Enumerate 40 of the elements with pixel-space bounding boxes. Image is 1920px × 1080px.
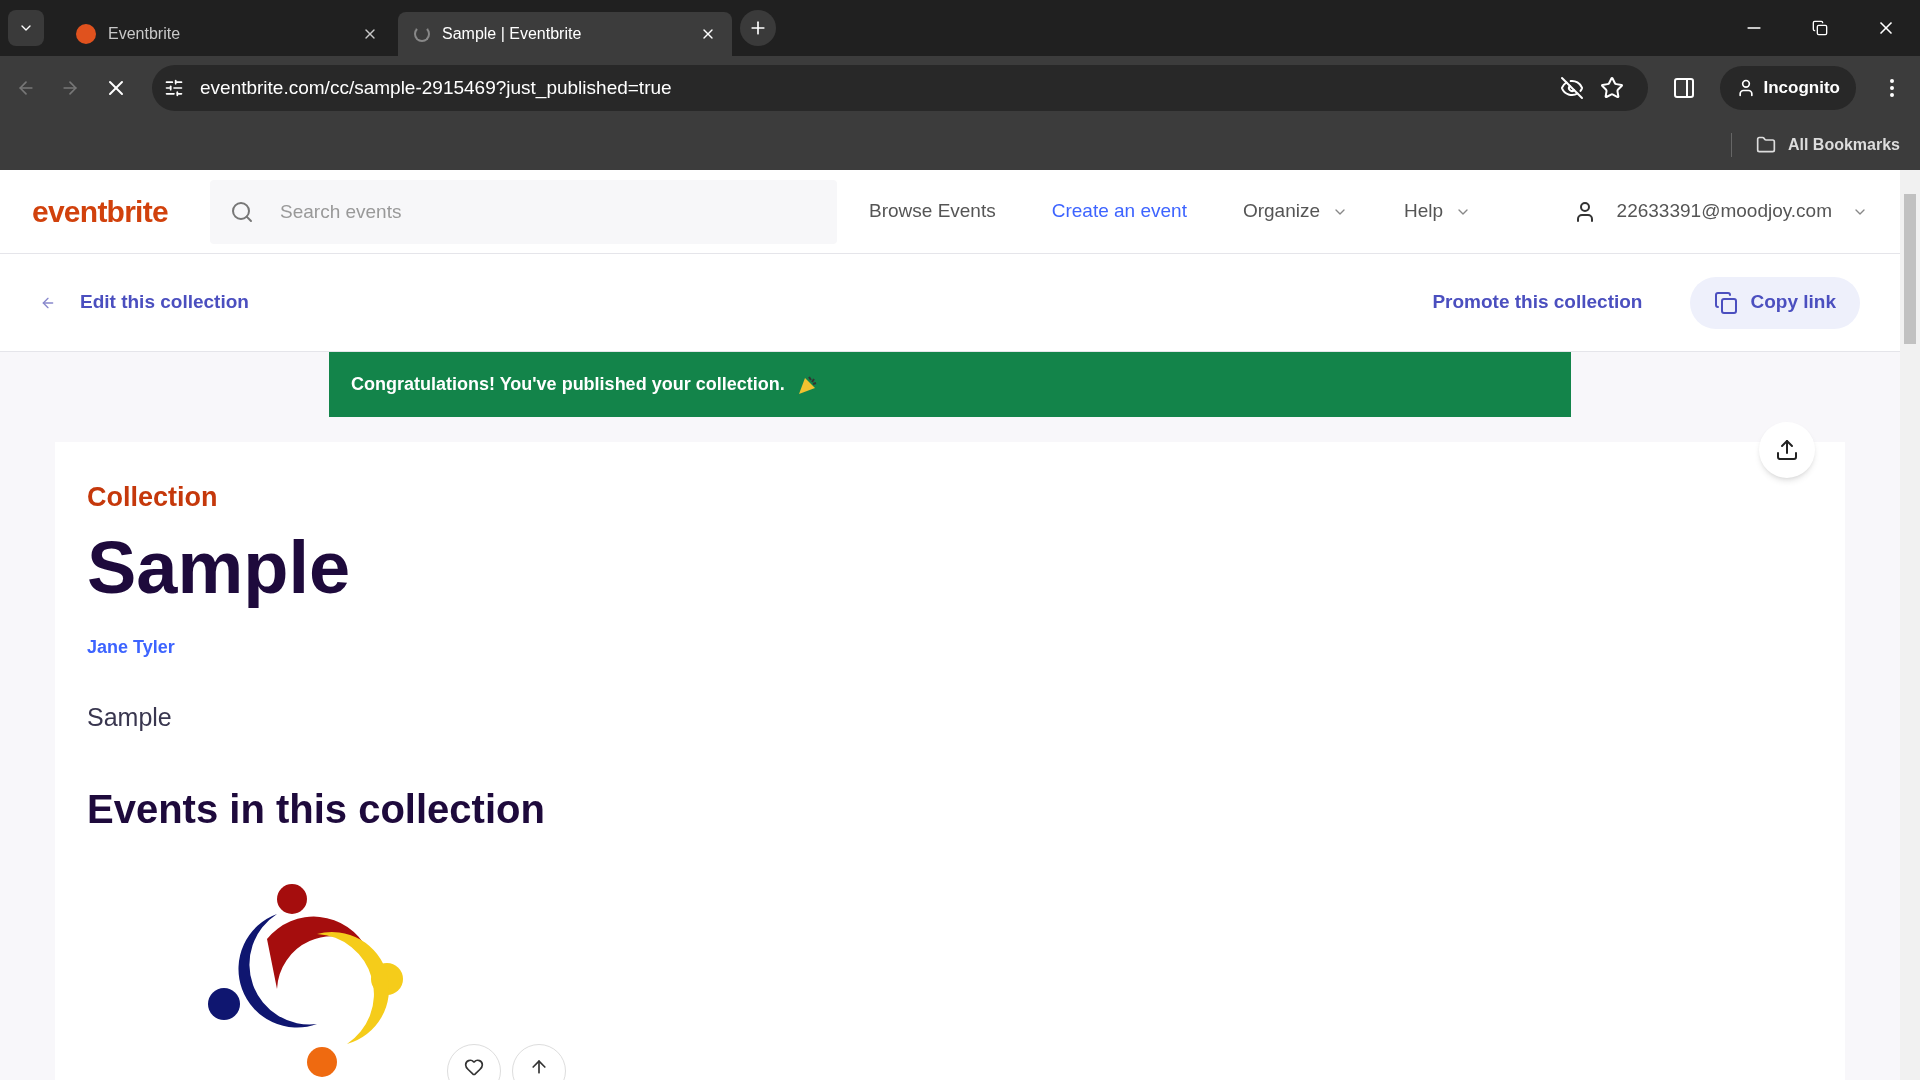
url-text: eventbrite.com/cc/sample-2915469?just_published=true [200, 75, 673, 101]
share-icon [1775, 438, 1799, 462]
tab-title: Eventbrite [108, 24, 182, 44]
nav-link[interactable]: Create an event [1051, 197, 1187, 226]
collection-label: Collection [87, 481, 219, 514]
section-heading: Events in this collection [87, 785, 546, 833]
bookmarks-link[interactable]: All Bookmarks [1787, 133, 1900, 157]
restore-icon[interactable] [1812, 20, 1828, 36]
address-bar[interactable]: eventbrite.com/cc/sample-2915469?just_published=true [152, 65, 1648, 111]
account-menu[interactable]: 22633391@moodjoy.com [1572, 197, 1868, 226]
incognito-button[interactable]: Incognito [1719, 66, 1856, 110]
nav-link[interactable]: Browse Events [869, 197, 996, 226]
edit-collection-link[interactable]: Edit this collection [80, 288, 249, 317]
browser-tab[interactable]: Eventbrite [60, 12, 394, 56]
search-field[interactable]: Search events [210, 179, 837, 244]
promote-link[interactable]: Promote this collection [1432, 288, 1643, 317]
bookmark-icon[interactable] [1599, 76, 1624, 100]
nav-menu[interactable]: Organize [1242, 197, 1349, 226]
collection-title: Sample [87, 524, 352, 611]
loading-icon [414, 26, 430, 42]
nav-menu[interactable]: Help [1404, 197, 1472, 226]
share-button[interactable] [1759, 422, 1815, 478]
copy-link-button[interactable]: Copy link [1690, 276, 1860, 329]
eye-off-icon[interactable] [1559, 76, 1584, 100]
tab-list-button[interactable] [8, 10, 44, 46]
heart-icon [464, 1056, 484, 1077]
tab-title: Sample | Eventbrite [442, 24, 583, 44]
site-info-icon[interactable] [164, 78, 184, 98]
folder-icon [1755, 135, 1776, 155]
new-tab-button[interactable] [740, 10, 776, 46]
search-icon [230, 199, 254, 224]
logo[interactable]: eventbrite [32, 189, 210, 234]
browser-tab[interactable]: Sample | Eventbrite [398, 12, 732, 56]
banner-text: Congratulations! You've published your collection. [351, 373, 785, 396]
side-panel-icon[interactable] [1671, 76, 1696, 100]
copy-icon [1714, 290, 1739, 315]
site-icon [76, 24, 96, 44]
author-link[interactable]: Jane Tyler [87, 634, 1813, 661]
scrollbar[interactable] [1900, 170, 1920, 1080]
collection-description: Sample [87, 702, 173, 733]
